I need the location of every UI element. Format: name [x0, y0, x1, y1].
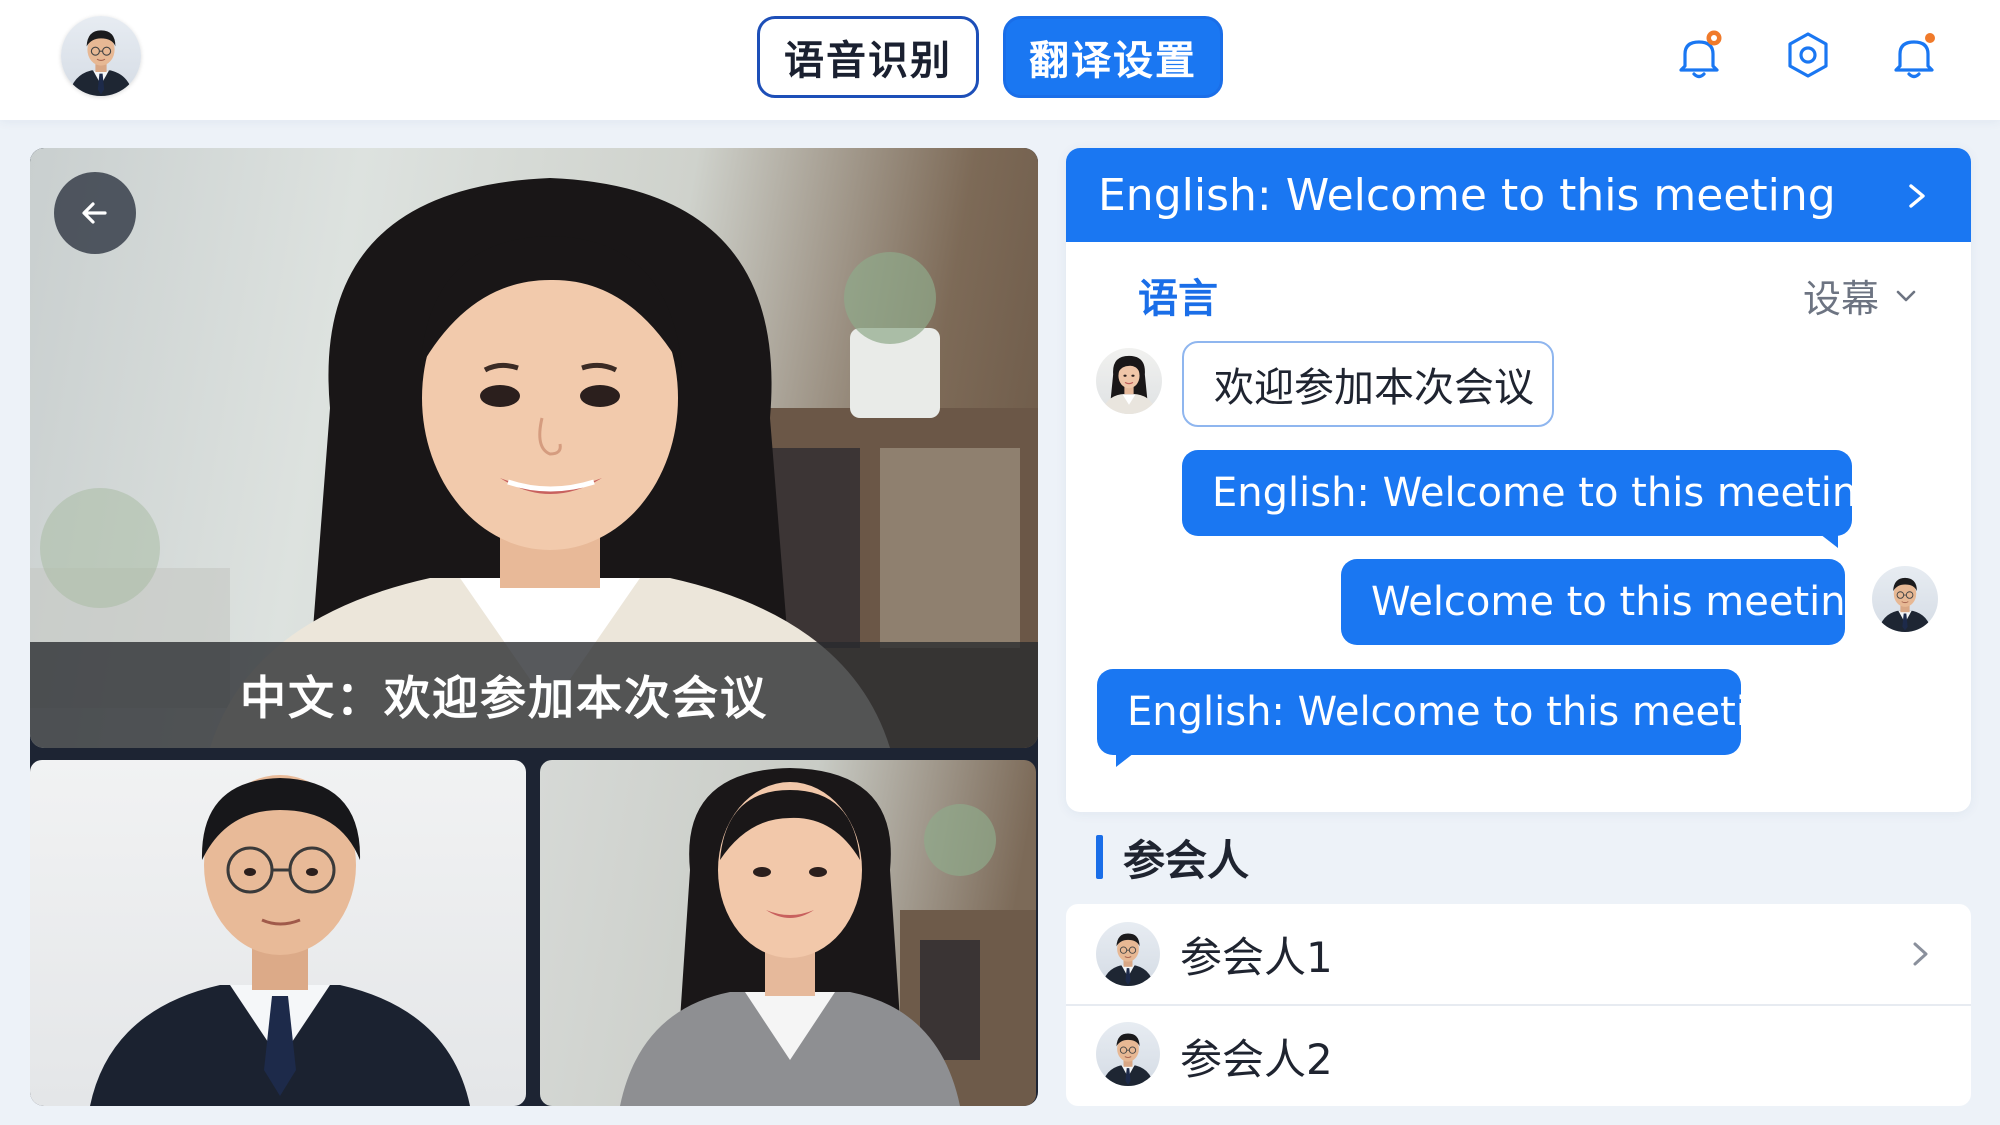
settings-gear-icon[interactable] — [1780, 28, 1836, 84]
main-speaker-video[interactable]: 中文：欢迎参加本次会议 — [30, 148, 1038, 748]
alert-bell-icon[interactable] — [1886, 28, 1942, 84]
message-avatar-woman — [1096, 348, 1162, 414]
message-avatar-man — [1872, 566, 1938, 632]
chevron-right-icon — [1909, 184, 1925, 208]
translation-chat-panel: English: Welcome to this meeting 语言 设幕 欢… — [1066, 148, 1971, 812]
participant-list-item[interactable]: 参会人2 — [1066, 1006, 1971, 1106]
subtitle-dropdown-label: 设幕 — [1802, 277, 1879, 321]
translation-header-text: English: Welcome to this meeting — [1098, 169, 1836, 221]
participant-man-image — [90, 775, 470, 1106]
top-bar: 语音识别 翻译设置 — [0, 0, 2000, 120]
live-caption-text: 中文：欢迎参加本次会议 — [240, 671, 768, 725]
translation-header[interactable]: English: Welcome to this meeting — [1066, 148, 1971, 242]
participant-name: 参会人2 — [1180, 1034, 1333, 1084]
live-caption-bar: 中文：欢迎参加本次会议 — [30, 642, 1038, 748]
chevron-down-icon — [1896, 290, 1916, 301]
participant-avatar — [1096, 922, 1160, 986]
message-bubble-original[interactable]: 欢迎参加本次会议 — [1182, 341, 1554, 427]
participant-name: 参会人1 — [1180, 932, 1333, 982]
bubble-tail — [1820, 534, 1838, 548]
notification-bell-icon[interactable] — [1671, 28, 1727, 84]
back-button[interactable] — [54, 172, 136, 254]
message-bubble-translation[interactable]: English: Welcome to this meeting — [1097, 669, 1798, 755]
chevron-right-icon — [1913, 942, 1928, 966]
participant-woman-image — [620, 768, 1036, 1106]
participant-list-item[interactable]: 参会人1 — [1066, 904, 1971, 1004]
participants-title-text: 参会人 — [1123, 835, 1250, 885]
participant-avatar — [1096, 1022, 1160, 1086]
tab-translation-settings[interactable]: 翻译设置 — [1003, 16, 1223, 98]
participant-video-tile-1[interactable] — [30, 760, 526, 1106]
message-bubble-translation[interactable]: English: Welcome to this meeting — [1182, 450, 1883, 536]
video-area: 中文：欢迎参加本次会议 — [30, 148, 1038, 1106]
tab-speech-recognition[interactable]: 语音识别 — [757, 16, 979, 98]
message-bubble-reply[interactable]: Welcome to this meeting — [1341, 559, 1871, 645]
bubble-tail — [1116, 753, 1134, 767]
subtitle-dropdown[interactable]: 设幕 — [1803, 268, 1919, 323]
language-label: 语言 — [1138, 276, 1218, 322]
user-avatar[interactable] — [61, 16, 141, 96]
participants-section-title: 参会人 — [1096, 834, 1249, 885]
participant-video-tile-2[interactable] — [540, 760, 1036, 1106]
arrow-left-icon — [82, 202, 107, 224]
section-accent-bar — [1096, 835, 1103, 879]
